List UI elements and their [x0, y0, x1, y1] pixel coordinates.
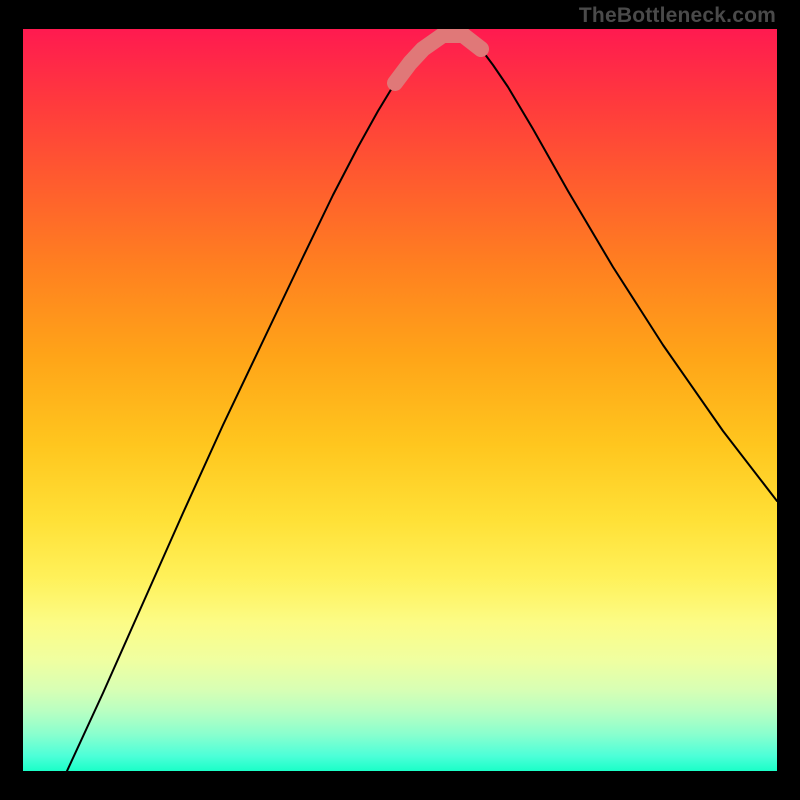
- chart-svg: [23, 29, 777, 771]
- plot-area: [23, 29, 777, 771]
- chart-frame: TheBottleneck.com: [0, 0, 800, 800]
- bottleneck-curve: [67, 35, 777, 771]
- attribution-label: TheBottleneck.com: [579, 4, 776, 28]
- flat-highlight: [395, 35, 481, 83]
